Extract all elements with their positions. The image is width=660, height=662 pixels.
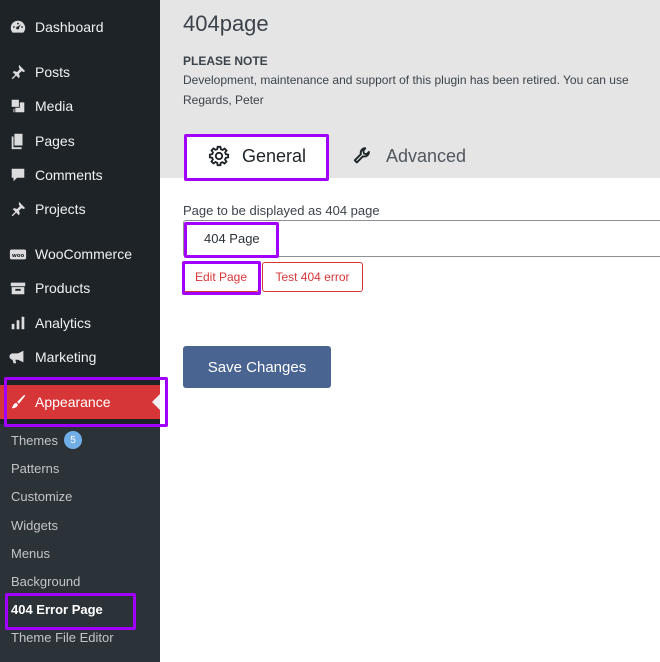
sidebar-item-label: WooCommerce [35,246,132,262]
sidebar-item-label: Media [35,98,74,114]
paintbrush-icon [8,392,28,412]
sidebar-item-label: Marketing [35,349,97,365]
pushpin-icon [8,199,28,219]
sidebar-item-projects[interactable]: Projects [0,192,160,226]
submenu-item-menus[interactable]: Menus [11,543,50,563]
sidebar-item-label: Projects [35,201,86,217]
wrench-icon [353,147,370,164]
notice-signature: Regards, Peter [183,93,264,107]
notice-title: PLEASE NOTE [183,54,268,68]
sidebar-item-dashboard[interactable]: Dashboard [0,10,160,44]
admin-sidebar: Dashboard Posts Media Pages Comments Pro… [0,0,160,662]
sidebar-item-media[interactable]: Media [0,89,160,123]
tab-label: General [242,145,307,166]
sidebar-item-marketing[interactable]: Marketing [0,340,160,374]
submenu-item-themes[interactable]: Themes 5 [11,430,82,450]
archive-icon [8,278,28,298]
tab-general[interactable]: General [186,134,326,178]
megaphone-icon [8,347,28,367]
gear-icon [208,145,230,167]
update-count-badge: 5 [63,431,82,449]
submenu-item-theme-file-editor[interactable]: Theme File Editor [11,627,114,647]
sidebar-item-woocommerce[interactable]: woo WooCommerce [0,237,160,271]
sidebar-item-label: Analytics [35,315,92,331]
active-menu-arrow [152,394,160,410]
settings-panel: Page to be displayed as 404 page 404 Pag… [160,178,660,662]
pushpin-icon [8,62,28,82]
submenu-item-404-error-page[interactable]: 404 Error Page [11,599,103,619]
sidebar-item-analytics[interactable]: Analytics [0,306,160,340]
woo-icon: woo [8,244,28,264]
bar-chart-icon [8,313,28,333]
sidebar-item-products[interactable]: Products [0,271,160,305]
dashboard-icon [8,17,28,37]
svg-text:woo: woo [12,253,25,259]
comment-icon [8,165,28,185]
sidebar-item-appearance[interactable]: Appearance [0,385,160,419]
tab-label: Advanced [386,145,467,166]
tab-advanced[interactable]: Advanced [352,134,502,178]
page-select-value: 404 Page [204,231,260,246]
sidebar-item-label: Pages [35,133,75,149]
sidebar-item-label: Products [35,280,91,296]
submenu-item-customize[interactable]: Customize [11,486,72,506]
page-title: 404page [183,11,269,36]
main-content: 404page PLEASE NOTE Development, mainten… [160,0,660,662]
sidebar-item-comments[interactable]: Comments [0,158,160,192]
test-404-button[interactable]: Test 404 error [262,262,363,292]
pages-icon [8,131,28,151]
submenu-item-label: Themes [11,432,58,448]
sidebar-item-pages[interactable]: Pages [0,124,160,158]
submenu-item-widgets[interactable]: Widgets [11,515,58,535]
submenu-item-patterns[interactable]: Patterns [11,458,59,478]
edit-page-button[interactable]: Edit Page [183,262,259,292]
sidebar-item-label: Comments [35,167,103,183]
sidebar-item-label: Dashboard [35,19,104,35]
appearance-submenu: Themes 5 Patterns Customize Widgets Menu… [0,424,160,662]
media-icon [8,96,28,116]
sidebar-item-label: Posts [35,64,71,80]
sidebar-item-posts[interactable]: Posts [0,55,160,89]
page-select-label: Page to be displayed as 404 page [183,203,380,218]
sidebar-item-label: Appearance [35,394,111,410]
notice-text: Development, maintenance and support of … [183,73,629,87]
submenu-item-background[interactable]: Background [11,571,80,591]
plugin-header: 404page PLEASE NOTE Development, mainten… [160,0,660,178]
save-changes-button[interactable]: Save Changes [183,346,331,388]
